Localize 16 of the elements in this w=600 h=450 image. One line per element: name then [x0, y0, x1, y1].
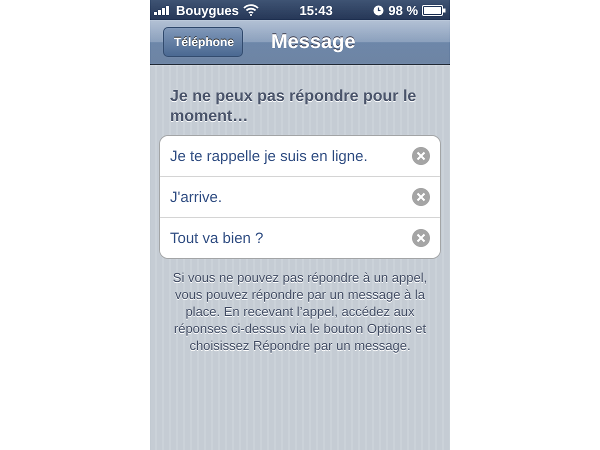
clear-icon[interactable]	[412, 188, 430, 206]
footer-note: Si vous ne pouvez pas répondre à un appel, vous pouvez répondre par un message à la place. En recevant l’appel, accédez aux réponses ci-dessus via le bouton Options et choisissez Répondre par un message.	[172, 269, 428, 354]
signal-icon	[154, 5, 172, 15]
alarm-clock-icon	[373, 4, 384, 16]
clear-icon[interactable]	[412, 229, 430, 247]
reply-text[interactable]: Tout va bien ?	[170, 230, 412, 246]
carrier-name: Bouygues	[176, 2, 239, 18]
battery-icon	[422, 4, 446, 16]
clear-icon[interactable]	[412, 147, 430, 165]
battery-percentage: 98 %	[388, 2, 418, 18]
clock-time: 15:43	[299, 2, 333, 18]
wifi-icon	[242, 4, 259, 16]
section-header: Je ne peux pas répondre pour le moment…	[170, 87, 418, 127]
screen-title: Message	[271, 30, 356, 54]
reply-text[interactable]: J'arrive.	[170, 188, 412, 206]
reply-text[interactable]: Je te rappelle je suis en ligne.	[170, 148, 412, 164]
